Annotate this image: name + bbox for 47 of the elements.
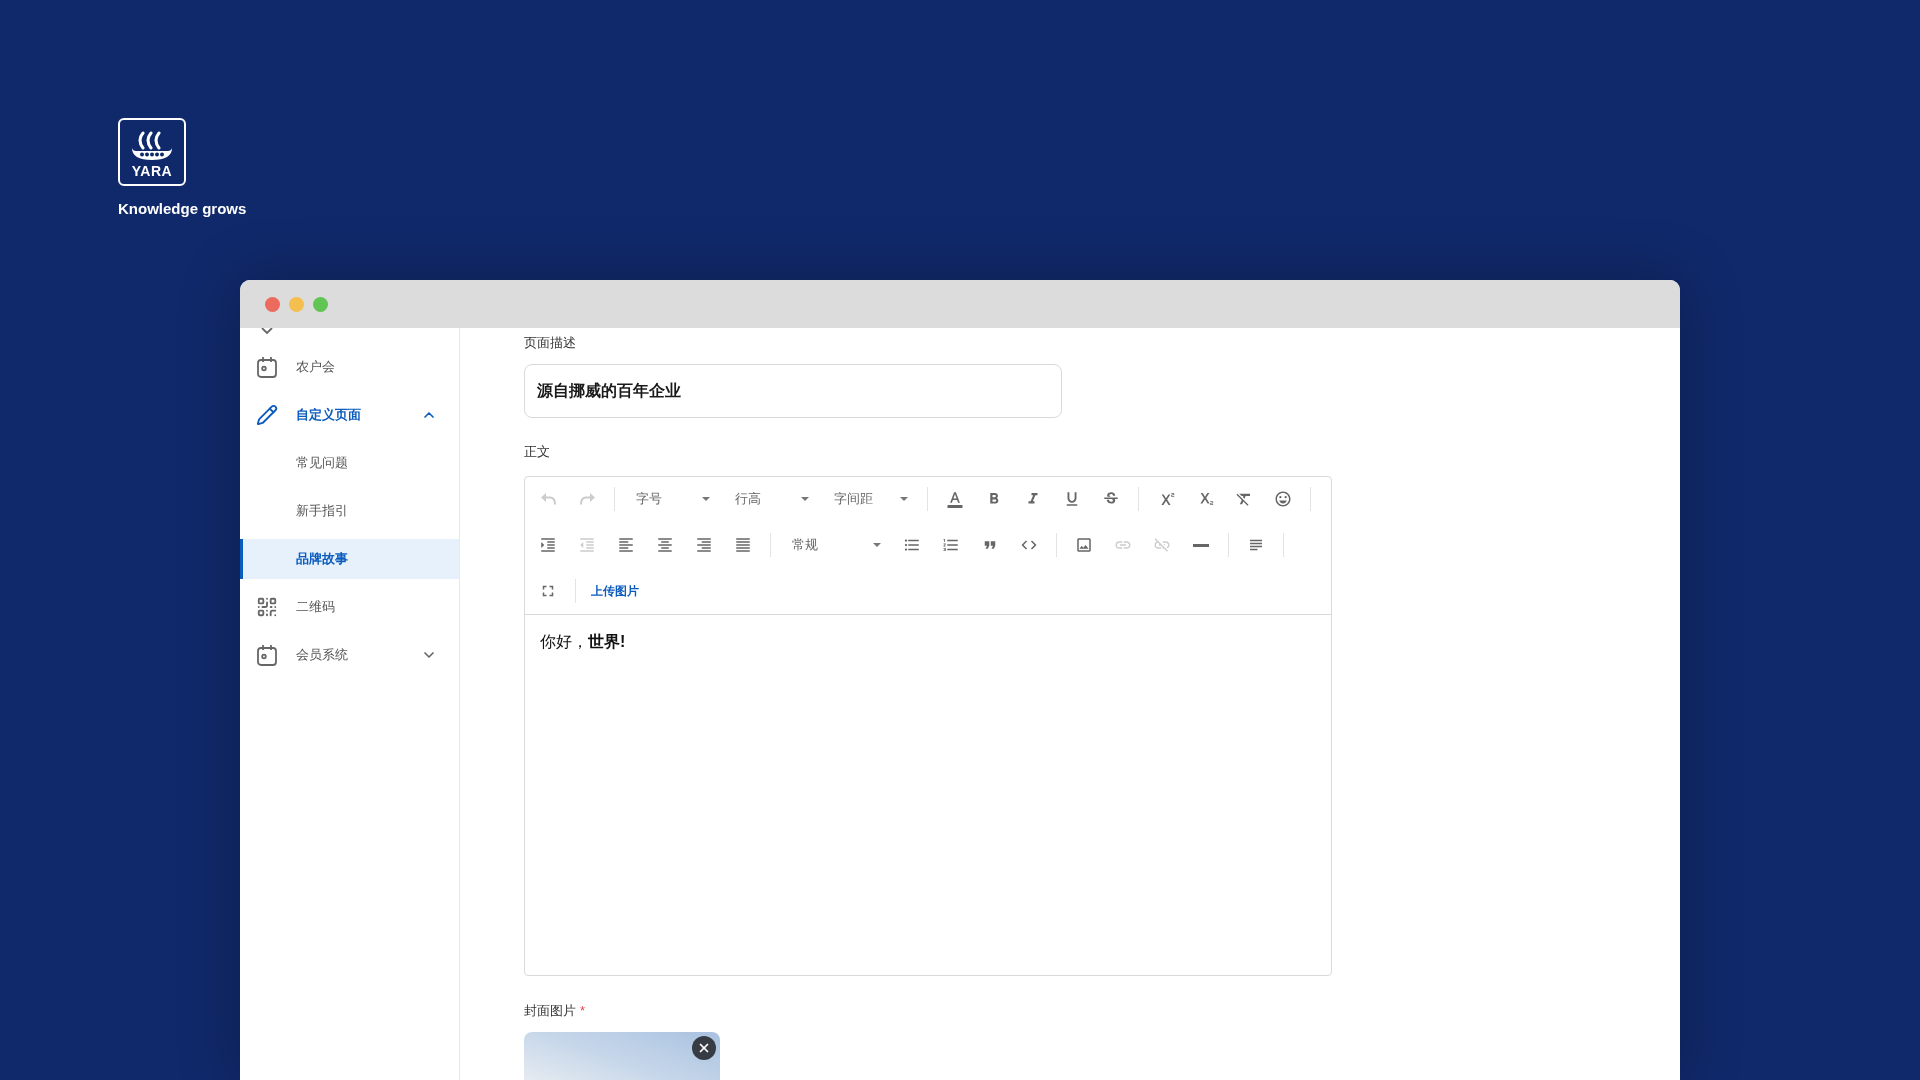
qr-code-icon bbox=[256, 596, 278, 618]
sidebar-item[interactable]: 二维码 bbox=[240, 587, 459, 627]
undo-icon bbox=[540, 493, 556, 505]
redo-icon bbox=[579, 493, 595, 505]
numbered-list-icon bbox=[942, 536, 960, 554]
tagline: Knowledge grows bbox=[118, 200, 247, 218]
required-mark: * bbox=[580, 1002, 586, 1020]
image-icon bbox=[1075, 536, 1093, 554]
indent-icon bbox=[539, 536, 557, 554]
minimize-dot-icon[interactable] bbox=[289, 296, 304, 312]
sidebar-subitem[interactable]: 常见问题 bbox=[240, 443, 459, 483]
caret-icon bbox=[873, 543, 881, 547]
sidebar-item[interactable]: 自定义页面 bbox=[240, 395, 459, 435]
logo-text: YARA bbox=[131, 164, 173, 179]
close-icon bbox=[697, 1041, 711, 1055]
align-right-icon bbox=[695, 536, 713, 554]
format-select[interactable]: 字间距 bbox=[824, 483, 916, 515]
editor-text-area[interactable]: 你好，世界! bbox=[525, 615, 1331, 975]
chevron-down-icon bbox=[261, 328, 273, 334]
pencil-icon bbox=[256, 404, 278, 426]
calendar-icon bbox=[256, 644, 278, 666]
caret-icon bbox=[801, 497, 809, 501]
sidebar-item[interactable]: 农户会 bbox=[240, 347, 459, 387]
caret-icon bbox=[702, 497, 710, 501]
description-field[interactable]: 源自挪威的百年企业 bbox=[524, 364, 1062, 418]
smiley-icon bbox=[1274, 490, 1292, 508]
sidebar-item[interactable]: 会员系统 bbox=[240, 635, 459, 675]
format-select[interactable]: 常规 bbox=[782, 529, 889, 561]
align-left-icon bbox=[617, 536, 635, 554]
sidebar-subitem[interactable]: 新手指引 bbox=[240, 491, 459, 531]
sidebar-subitem[interactable]: 品牌故事 bbox=[240, 539, 459, 579]
close-dot-icon[interactable] bbox=[265, 296, 280, 312]
calendar-icon bbox=[256, 356, 278, 378]
outdent-icon bbox=[578, 536, 596, 554]
unlink-icon bbox=[1153, 536, 1171, 554]
caret-icon bbox=[900, 497, 908, 501]
upload-image-link[interactable]: 上传图片 bbox=[587, 582, 643, 600]
field-label: 页面描述 bbox=[524, 334, 576, 352]
ship-drawing bbox=[130, 131, 174, 162]
field-label: 封面图片 bbox=[524, 1002, 576, 1020]
font-color-icon bbox=[946, 490, 964, 508]
field-label: 正文 bbox=[524, 443, 550, 461]
format-select[interactable]: 行高 bbox=[725, 483, 817, 515]
align-justify-icon bbox=[734, 536, 752, 554]
format-select[interactable]: 字号 bbox=[626, 483, 718, 515]
align-center-icon bbox=[656, 536, 674, 554]
zoom-dot-icon[interactable] bbox=[313, 296, 328, 312]
